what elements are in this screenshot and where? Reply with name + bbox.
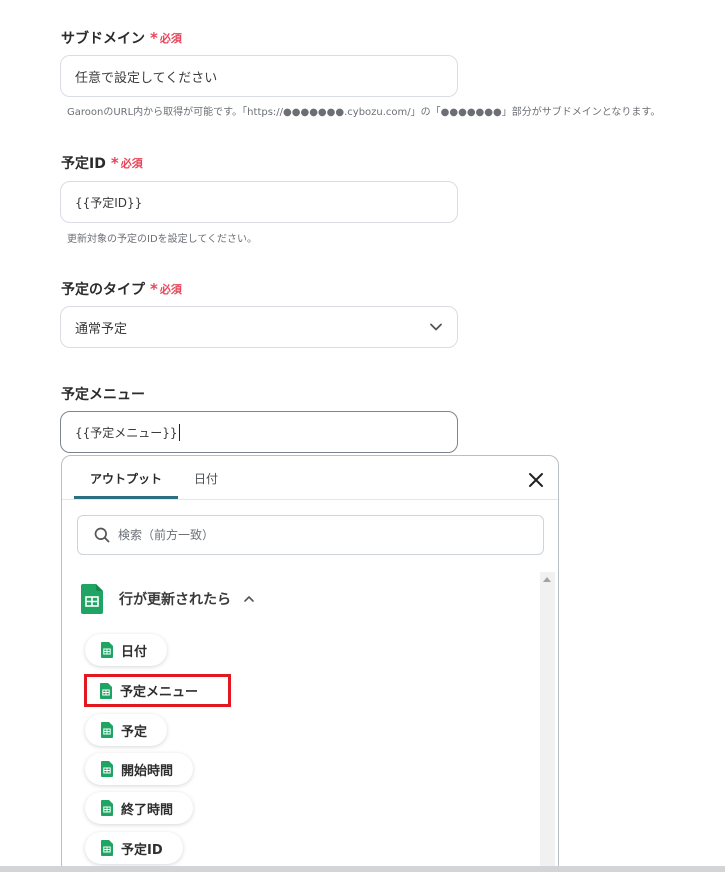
google-sheets-icon	[101, 642, 113, 658]
google-sheets-icon	[101, 800, 113, 816]
google-sheets-icon	[101, 722, 113, 738]
group-header[interactable]: 行が更新されたら	[81, 584, 255, 614]
event-id-value: {{予定ID}}	[75, 195, 143, 210]
google-sheets-icon	[101, 761, 113, 777]
scroll-up-arrow[interactable]	[543, 577, 551, 582]
variable-picker-panel: アウトプット 日付 行が更新されたら	[61, 455, 559, 872]
page: サブドメイン * 必須 任意で設定してください GaroonのURL内から取得が…	[0, 0, 725, 872]
subdomain-placeholder: 任意で設定してください	[75, 70, 218, 86]
list-item-label: 日付	[121, 644, 148, 660]
event-menu-label-text: 予定メニュー	[61, 387, 145, 403]
list-item-label: 開始時間	[121, 763, 174, 779]
event-type-selected: 通常予定	[75, 321, 128, 337]
required-star: *	[110, 154, 119, 172]
event-menu-value: {{予定メニュー}}	[75, 425, 178, 440]
google-sheets-icon	[100, 682, 112, 699]
list-item-label: 終了時間	[121, 802, 174, 818]
group-title: 行が更新されたら	[119, 592, 231, 608]
required-text: 必須	[159, 32, 182, 45]
required-star: *	[150, 29, 158, 47]
chevron-up-icon	[244, 596, 254, 602]
event-menu-input[interactable]: {{予定メニュー}}	[60, 411, 458, 453]
list-item[interactable]: 日付	[85, 634, 168, 666]
search-input[interactable]	[116, 527, 500, 543]
required-star: *	[150, 280, 158, 298]
event-menu-label: 予定メニュー	[61, 384, 145, 404]
tab-output[interactable]: アウトプット	[74, 456, 179, 499]
required-text: 必須	[120, 157, 143, 170]
required-text: 必須	[159, 283, 182, 296]
search-icon	[94, 527, 110, 543]
list-item-label: 予定メニュー	[120, 685, 199, 700]
search-box[interactable]	[77, 515, 544, 555]
event-id-input[interactable]: {{予定ID}}	[60, 181, 458, 223]
event-type-label: 予定のタイプ * 必須	[61, 279, 182, 299]
event-type-label-text: 予定のタイプ	[61, 282, 145, 298]
subdomain-label-text: サブドメイン	[61, 31, 145, 47]
tab-divider	[62, 499, 558, 500]
list-item-label: 予定ID	[121, 842, 163, 858]
list-item-highlighted[interactable]: 予定メニュー	[84, 674, 232, 707]
event-id-label-text: 予定ID	[61, 156, 106, 172]
list-item[interactable]: 予定	[85, 714, 168, 746]
list-item-label: 予定	[121, 724, 148, 740]
subdomain-help: GaroonのURL内から取得が可能です。「https://●●●●●●●.cy…	[67, 107, 661, 118]
text-caret	[178, 423, 180, 441]
event-type-select[interactable]: 通常予定	[60, 306, 458, 348]
event-id-help: 更新対象の予定のIDを設定してください。	[67, 234, 258, 245]
close-icon[interactable]	[526, 470, 546, 490]
subdomain-label: サブドメイン * 必須	[61, 28, 182, 48]
list-item[interactable]: 予定ID	[85, 832, 183, 864]
bottom-scroll-track	[0, 866, 725, 872]
google-sheets-icon	[81, 584, 103, 614]
tab-date[interactable]: 日付	[178, 456, 234, 499]
subdomain-input[interactable]: 任意で設定してください	[60, 55, 458, 97]
picker-tabs: アウトプット 日付	[74, 456, 234, 499]
list-item[interactable]: 終了時間	[85, 792, 194, 824]
event-id-label: 予定ID * 必須	[61, 153, 143, 173]
chevron-down-icon	[430, 323, 442, 331]
google-sheets-icon	[101, 840, 113, 856]
list-item[interactable]: 開始時間	[85, 753, 194, 785]
scrollbar[interactable]	[540, 572, 555, 872]
